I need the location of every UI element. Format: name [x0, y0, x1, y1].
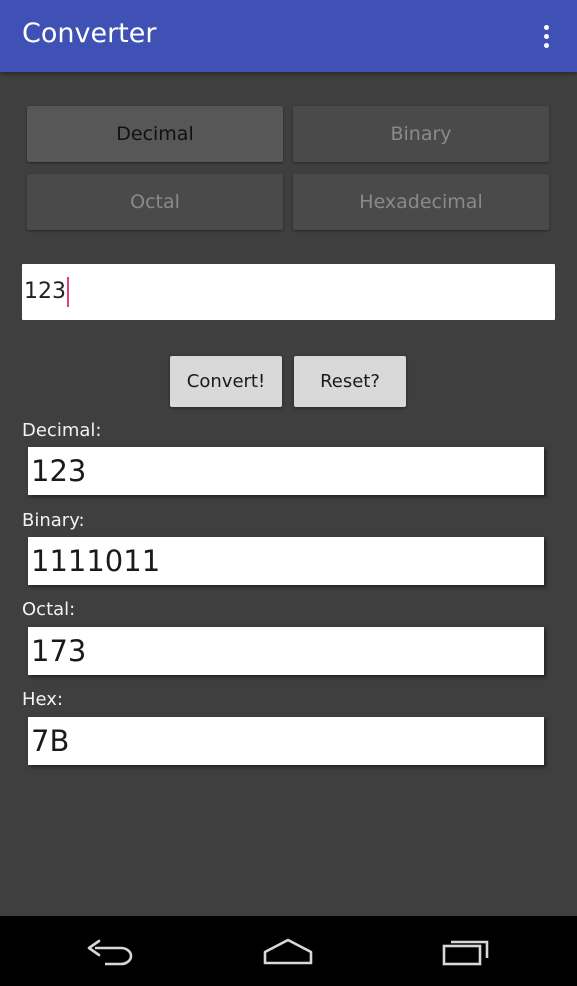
octal-mode-button[interactable]: Octal [27, 174, 283, 230]
number-input-value: 123 [24, 279, 66, 304]
hexadecimal-mode-button[interactable]: Hexadecimal [293, 174, 549, 230]
binary-result-label: Binary: [22, 510, 85, 531]
text-cursor [67, 277, 69, 307]
recents-icon[interactable] [431, 930, 501, 972]
reset-button[interactable]: Reset? [294, 356, 406, 407]
app-title: Converter [22, 18, 157, 49]
system-nav-bar [0, 916, 577, 986]
binary-mode-button[interactable]: Binary [293, 106, 549, 162]
hex-result-value: 7B [31, 724, 70, 758]
more-vert-icon[interactable] [529, 20, 563, 52]
back-icon[interactable] [76, 930, 146, 972]
decimal-result-value: 123 [31, 454, 87, 488]
app-bar: Converter [0, 0, 577, 72]
octal-result-label: Octal: [22, 599, 76, 620]
hex-result-label: Hex: [22, 689, 64, 710]
binary-result-value: 1111011 [31, 544, 161, 578]
octal-result-field: 173 [28, 627, 544, 675]
decimal-result-field: 123 [28, 447, 544, 495]
number-input[interactable]: 123 [22, 264, 555, 320]
binary-result-field: 1111011 [28, 537, 544, 585]
decimal-result-label: Decimal: [22, 420, 102, 441]
octal-result-value: 173 [31, 634, 87, 668]
convert-button[interactable]: Convert! [170, 356, 282, 407]
home-icon[interactable] [253, 930, 323, 972]
hex-result-field: 7B [28, 717, 544, 765]
decimal-mode-button[interactable]: Decimal [27, 106, 283, 162]
